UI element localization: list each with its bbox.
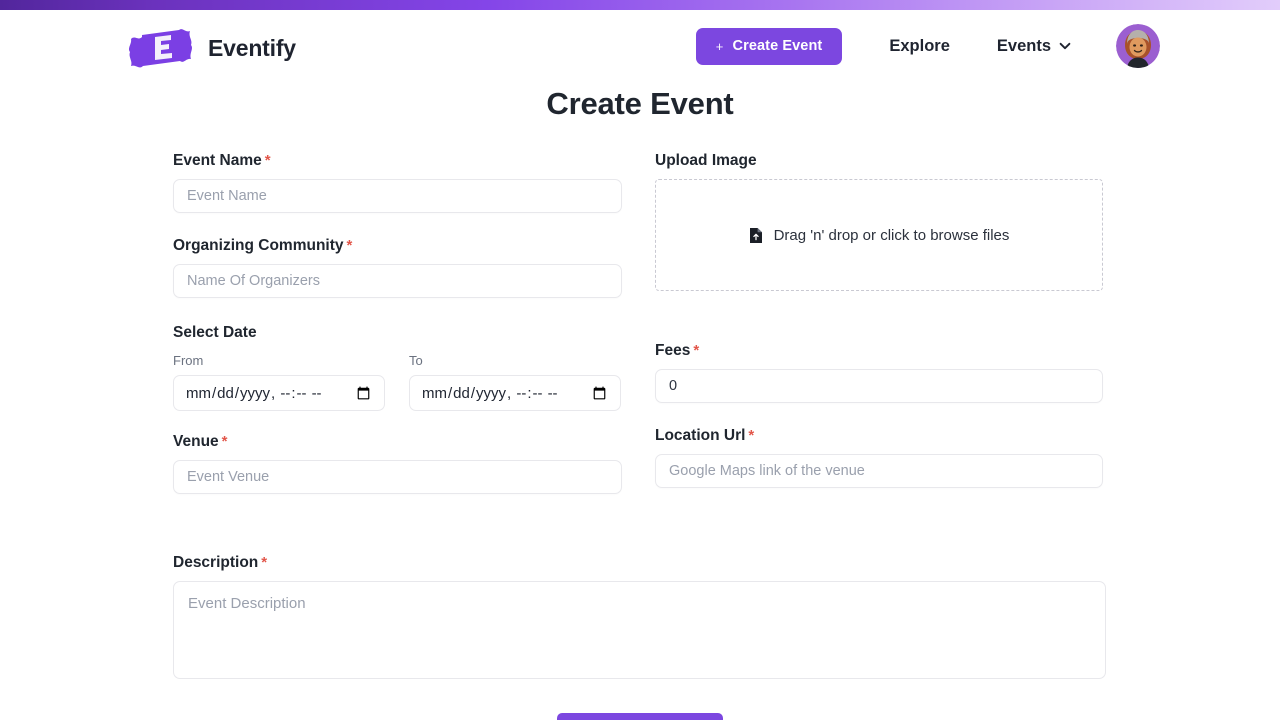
create-event-form: Event Name* Organizing Community* Select… <box>0 152 1280 572</box>
create-event-button[interactable]: + Create Event <box>695 27 843 65</box>
field-event-name: Event Name * <box>173 152 622 213</box>
venue-label: Venue * <box>173 433 622 451</box>
required-asterisk: * <box>748 427 755 444</box>
event-name-input[interactable] <box>173 179 622 213</box>
date-from-label: From <box>173 353 204 368</box>
required-asterisk: * <box>346 237 353 254</box>
date-from-input[interactable] <box>173 375 385 411</box>
field-upload-image: Upload Image Drag 'n' drop or click to b… <box>655 152 1103 291</box>
chevron-down-icon <box>1059 42 1071 50</box>
ticket-logo-icon <box>129 29 192 68</box>
plus-icon: + <box>715 38 724 54</box>
field-venue: Venue * <box>173 433 622 494</box>
user-avatar[interactable] <box>1116 24 1160 68</box>
required-asterisk: * <box>221 433 228 450</box>
image-dropzone[interactable]: Drag 'n' drop or click to browse files <box>655 179 1103 291</box>
create-event-label: Create Event <box>732 38 823 54</box>
top-gradient-bar <box>0 0 1280 10</box>
nav-item-explore[interactable]: Explore <box>889 37 950 56</box>
date-to-cell: To <box>409 353 621 411</box>
form-column-right: Upload Image Drag 'n' drop or click to b… <box>655 152 1103 488</box>
event-name-label: Event Name * <box>173 152 622 170</box>
field-organizing-community: Organizing Community * <box>173 237 622 298</box>
field-description: Description* SUBMIT <box>173 554 1106 720</box>
required-asterisk: * <box>693 342 700 359</box>
brand-logo[interactable]: Eventify <box>125 23 296 73</box>
date-to-label: To <box>409 353 423 368</box>
select-date-label: Select Date <box>173 324 257 341</box>
organizing-community-label-text: Organizing Community <box>173 237 344 254</box>
field-select-date: Select Date From To <box>173 324 622 411</box>
description-label: Description * <box>173 554 1106 572</box>
page-title: Create Event <box>546 86 734 121</box>
nav-item-events-label: Events <box>996 36 1051 55</box>
form-column-left: Event Name* Organizing Community* Select… <box>173 152 622 494</box>
site-header: Eventify + Create Event Explore Events <box>0 10 1280 80</box>
nav-item-explore-label: Explore <box>889 36 950 55</box>
date-to-input[interactable] <box>409 375 621 411</box>
required-asterisk: * <box>264 152 271 169</box>
field-fees: Fees * <box>655 342 1103 403</box>
organizing-community-input[interactable] <box>173 264 622 298</box>
field-location-url: Location Url * <box>655 427 1103 488</box>
fees-label-text: Fees <box>655 342 691 359</box>
fees-label: Fees * <box>655 342 1103 360</box>
submit-row: SUBMIT <box>173 713 1106 720</box>
dropzone-text: Drag 'n' drop or click to browse files <box>773 226 1010 244</box>
venue-input[interactable] <box>173 460 622 494</box>
file-upload-icon <box>749 227 762 243</box>
venue-label-text: Venue <box>173 433 219 450</box>
location-url-label-text: Location Url <box>655 427 746 444</box>
location-url-label: Location Url * <box>655 427 1103 445</box>
header-nav: + Create Event Explore Events <box>695 24 1160 68</box>
date-range-row: From To <box>173 353 622 411</box>
organizing-community-label: Organizing Community * <box>173 237 622 255</box>
date-from-cell: From <box>173 353 385 411</box>
submit-button[interactable]: SUBMIT <box>556 713 723 720</box>
upload-image-label: Upload Image <box>655 152 757 169</box>
nav-item-events[interactable]: Events <box>997 37 1072 56</box>
description-textarea[interactable] <box>173 581 1106 679</box>
event-name-label-text: Event Name <box>173 152 262 169</box>
required-asterisk: * <box>261 554 268 571</box>
brand-name: Eventify <box>208 34 296 61</box>
description-label-text: Description <box>173 554 259 571</box>
location-url-input[interactable] <box>655 454 1103 488</box>
fees-input[interactable] <box>655 369 1103 403</box>
